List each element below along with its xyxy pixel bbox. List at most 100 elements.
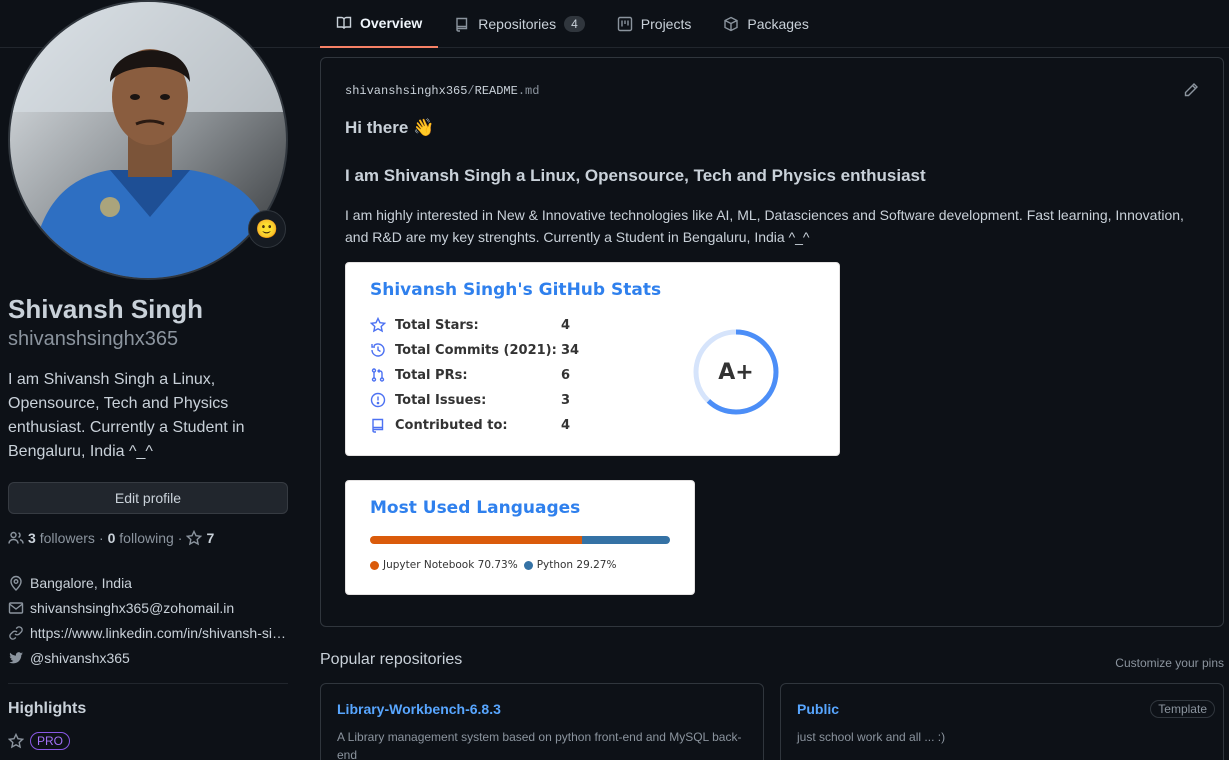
top-languages-card[interactable]: Most Used Languages Jupyter Notebook 70.… xyxy=(345,480,695,595)
repo-icon xyxy=(372,418,384,433)
language-color-dot xyxy=(523,560,533,570)
languages-card-title: Most Used Languages xyxy=(370,498,581,518)
tab-label: Repositories xyxy=(478,16,557,32)
repo-icon xyxy=(456,17,468,32)
star-icon xyxy=(370,317,386,333)
repo-name-link[interactable]: Library-Workbench-6.8.3 xyxy=(337,701,501,717)
highlights-heading: Highlights xyxy=(8,700,87,717)
pro-badge[interactable]: PRO xyxy=(30,732,71,750)
following-label: following xyxy=(119,530,174,546)
link-icon xyxy=(9,625,23,640)
profile-username: shivanshsinghx365 xyxy=(8,328,179,350)
language-bar-segment xyxy=(582,536,670,544)
profile-details: Bangalore, India shivanshsinghx365@zohom… xyxy=(8,570,288,670)
stat-label: Total Stars: xyxy=(395,317,479,333)
star-icon xyxy=(8,733,24,749)
pencil-icon xyxy=(1184,83,1198,97)
location-icon xyxy=(10,575,22,591)
rank-grade: A+ xyxy=(718,360,753,385)
followers-label: followers xyxy=(39,530,95,546)
stat-label: Total Issues: xyxy=(395,392,487,408)
stat-row-stars: Total Stars: 4 xyxy=(370,315,570,335)
language-bar-segment xyxy=(370,536,583,544)
website-link[interactable]: https://www.linkedin.com/in/shivansh-sin… xyxy=(30,625,288,641)
readme-heading: I am Shivansh Singh a Linux, Opensource,… xyxy=(345,166,926,185)
profile-name: Shivansh Singh xyxy=(8,294,204,324)
stat-label: Total PRs: xyxy=(395,367,468,383)
status-emoji[interactable]: 🙂 xyxy=(248,210,286,248)
stat-value: 34 xyxy=(561,342,580,358)
language-legend-item: Jupyter Notebook 70.73% xyxy=(370,559,518,571)
template-badge: Template xyxy=(1150,700,1215,718)
profile-bio: I am Shivansh Singh a Linux, Opensource,… xyxy=(8,371,245,460)
edit-readme-button[interactable] xyxy=(1183,82,1199,98)
pinned-repo-card: Library-Workbench-6.8.3 A Library manage… xyxy=(320,683,764,760)
pro-highlight: PRO xyxy=(8,732,71,750)
book-icon xyxy=(336,16,352,29)
follow-stats: 3 followers · 0 following · 7 xyxy=(8,530,214,546)
issue-icon xyxy=(370,392,386,408)
stat-row-prs: Total PRs: 6 xyxy=(370,365,570,385)
stars-link[interactable]: 7 xyxy=(186,530,214,546)
language-color-dot xyxy=(370,560,379,570)
language-label: Jupyter Notebook 70.73% xyxy=(383,559,518,571)
people-icon xyxy=(8,531,24,544)
dot-separator: · xyxy=(98,530,104,546)
dot-separator: · xyxy=(177,530,183,546)
languages-bar xyxy=(370,536,670,544)
website-item[interactable]: https://www.linkedin.com/in/shivansh-sin… xyxy=(8,620,288,645)
following-link[interactable]: 0 following xyxy=(108,530,174,546)
twitter-icon xyxy=(9,651,23,663)
tab-label: Projects xyxy=(640,16,692,32)
star-icon xyxy=(186,530,203,546)
edit-profile-button[interactable]: Edit profile xyxy=(8,482,288,514)
tab-overview[interactable]: Overview xyxy=(320,0,439,48)
stat-value: 6 xyxy=(561,367,571,383)
followers-count: 3 xyxy=(28,530,36,546)
language-label: Python 29.27% xyxy=(536,559,617,571)
languages-legend: Jupyter Notebook 70.73% Python 29.27% xyxy=(370,559,616,571)
stat-value: 3 xyxy=(561,392,571,408)
readme-repo-link[interactable]: shivanshsinghx365 xyxy=(345,84,467,98)
stat-row-commits: Total Commits (2021): 34 xyxy=(370,340,579,360)
tab-projects[interactable]: Projects xyxy=(601,0,708,48)
repo-name-link[interactable]: Public xyxy=(797,701,839,717)
avatar[interactable] xyxy=(8,0,288,280)
email-link[interactable]: shivanshsinghx365@zohomail.in xyxy=(30,600,234,616)
history-icon xyxy=(371,343,385,357)
stars-count: 7 xyxy=(206,530,215,546)
divider xyxy=(8,683,288,684)
readme-file-name[interactable]: README xyxy=(475,84,518,98)
stats-card-title: Shivansh Singh's GitHub Stats xyxy=(370,280,662,300)
stat-value: 4 xyxy=(561,417,571,433)
followers-link[interactable]: 3 followers xyxy=(28,530,95,546)
twitter-handle[interactable]: @shivanshx365 xyxy=(30,650,130,666)
readme-paragraph: I am highly interested in New & Innovati… xyxy=(345,207,1184,245)
repositories-count-badge: 4 xyxy=(564,16,585,32)
package-icon xyxy=(724,16,739,32)
customize-pins-link[interactable]: Customize your pins xyxy=(1115,656,1224,670)
mail-icon xyxy=(8,601,24,614)
location-item: Bangalore, India xyxy=(8,570,288,595)
stat-row-contributed: Contributed to: 4 xyxy=(370,415,570,435)
repo-description: just school work and all ... :) xyxy=(797,730,946,744)
github-stats-card[interactable]: Shivansh Singh's GitHub Stats Total Star… xyxy=(345,262,840,456)
stat-label: Contributed to: xyxy=(395,417,508,433)
tab-packages[interactable]: Packages xyxy=(707,0,824,48)
profile-tabs: Overview Repositories 4 Projects Package… xyxy=(320,0,825,48)
language-legend-item: Python 29.27% xyxy=(523,559,617,571)
project-icon xyxy=(617,16,632,32)
readme-greeting: Hi there 👋 xyxy=(345,118,435,137)
tab-label: Packages xyxy=(747,16,809,32)
path-separator: / xyxy=(467,84,475,98)
readme-panel: shivanshsinghx365/README.md Hi there 👋 I… xyxy=(320,57,1224,627)
stat-row-issues: Total Issues: 3 xyxy=(370,390,570,410)
twitter-item[interactable]: @shivanshx365 xyxy=(8,645,288,670)
stat-value: 4 xyxy=(561,317,571,333)
following-count: 0 xyxy=(107,530,116,546)
readme-path: shivanshsinghx365/README.md xyxy=(345,84,539,98)
stat-label: Total Commits (2021): xyxy=(395,342,557,358)
tab-repositories[interactable]: Repositories 4 xyxy=(438,0,601,48)
pull-request-icon xyxy=(371,368,385,382)
email-item[interactable]: shivanshsinghx365@zohomail.in xyxy=(8,595,288,620)
